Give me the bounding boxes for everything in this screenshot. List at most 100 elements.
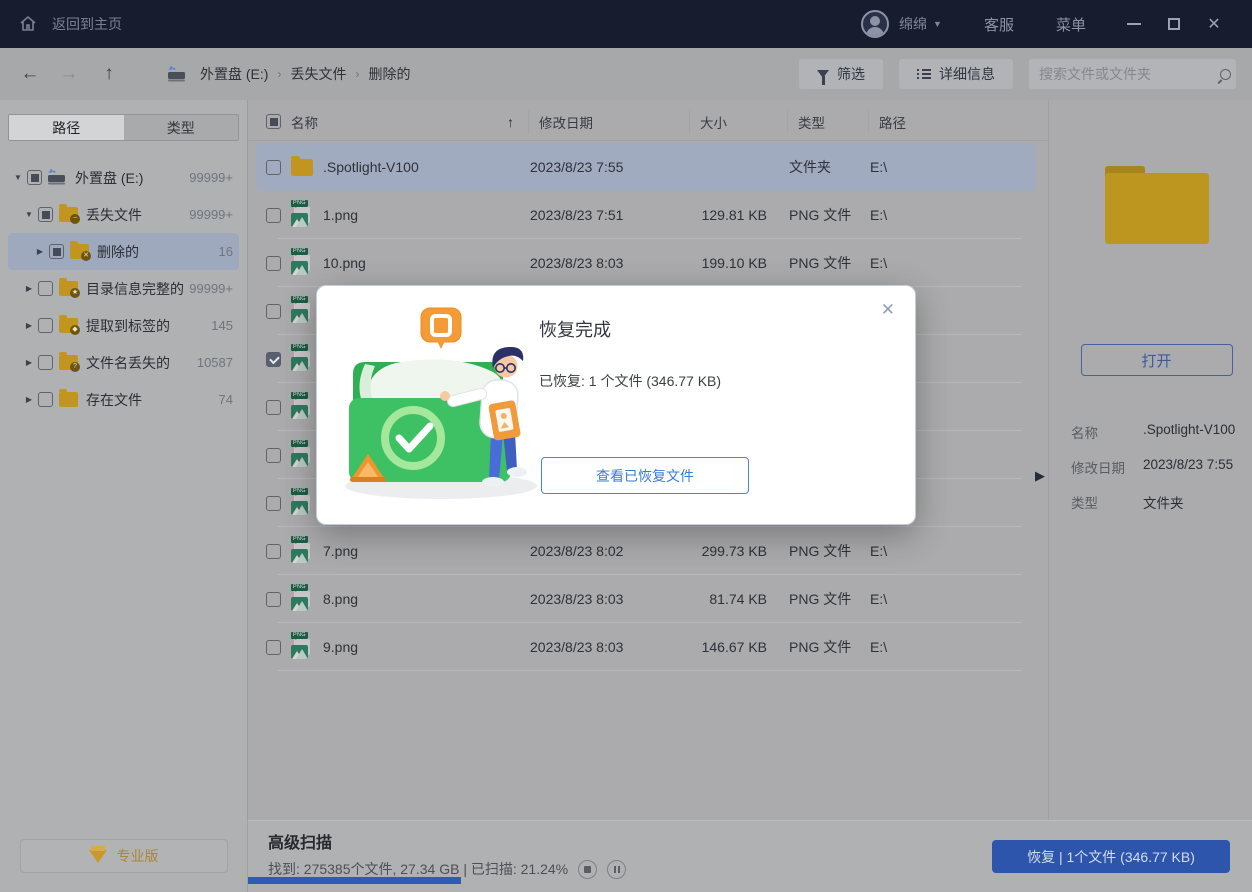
- table-row[interactable]: PNG 8.png 2023/8/23 8:03 81.74 KB PNG 文件 E:\: [256, 575, 1036, 623]
- item-count: 99999+: [189, 207, 233, 222]
- sidebar-item[interactable]: ▶? 文件名丢失的 10587: [8, 344, 239, 381]
- pause-scan-button[interactable]: [607, 859, 627, 879]
- png-file-icon: PNG: [291, 200, 313, 227]
- column-header-name[interactable]: 名称: [291, 112, 318, 132]
- column-header-date[interactable]: 修改日期: [528, 109, 689, 134]
- png-file-icon: PNG: [291, 632, 313, 659]
- tree-checkbox[interactable]: [38, 355, 53, 370]
- png-file-icon: PNG: [291, 392, 313, 419]
- search-input[interactable]: [1039, 66, 1220, 82]
- recover-button[interactable]: 恢复 | 1个文件 (346.77 KB): [992, 840, 1230, 873]
- caret-down-icon[interactable]: ▼: [23, 210, 35, 219]
- row-checkbox[interactable]: [266, 543, 281, 559]
- column-header-size[interactable]: 大小: [689, 109, 787, 134]
- file-path: E:\: [870, 591, 888, 607]
- breadcrumb-item[interactable]: 删除的: [368, 64, 410, 84]
- file-name: 8.png: [323, 591, 359, 607]
- view-recovered-files-button[interactable]: 查看已恢复文件: [541, 457, 749, 494]
- caret-right-icon[interactable]: ▶: [23, 358, 35, 367]
- file-type: 文件夹: [789, 159, 831, 175]
- table-row[interactable]: PNG 9.png 2023/8/23 8:03 146.67 KB PNG 文件 E:\: [256, 623, 1036, 671]
- open-button[interactable]: 打开: [1080, 344, 1233, 376]
- select-all-checkbox[interactable]: [266, 114, 281, 129]
- close-button[interactable]: ✕: [1194, 9, 1234, 39]
- folder-badge-icon: −: [70, 214, 80, 224]
- row-checkbox[interactable]: [266, 351, 281, 367]
- filter-icon: [817, 70, 829, 85]
- filter-button-label: 筛选: [837, 66, 865, 82]
- item-count: 99999+: [189, 170, 233, 185]
- chevron-down-icon[interactable]: ▼: [933, 19, 942, 29]
- search-box[interactable]: [1029, 59, 1236, 89]
- tree-checkbox[interactable]: [38, 392, 53, 407]
- row-checkbox[interactable]: [266, 255, 281, 271]
- sort-ascending-icon[interactable]: ↑: [507, 114, 514, 130]
- caret-down-icon[interactable]: ▼: [12, 173, 24, 182]
- breadcrumb: 外置盘 (E:) › 丢失文件 › 删除的: [167, 64, 410, 84]
- row-checkbox[interactable]: [266, 447, 281, 463]
- breadcrumb-item[interactable]: 丢失文件: [290, 64, 346, 84]
- row-checkbox[interactable]: [266, 639, 281, 655]
- file-size: 299.73 KB: [701, 543, 767, 559]
- sidebar-item[interactable]: ▶ ★ 目录信息完整的 99999+: [8, 270, 239, 307]
- row-checkbox[interactable]: [266, 159, 281, 175]
- file-size: 129.81 KB: [701, 207, 767, 223]
- forward-arrow-icon[interactable]: →: [57, 63, 81, 85]
- row-checkbox[interactable]: [266, 591, 281, 607]
- table-row[interactable]: PNG 10.png 2023/8/23 8:03 199.10 KB PNG 文件 E:…: [256, 239, 1036, 287]
- file-date: 2023/8/23 8:03: [530, 591, 624, 607]
- caret-right-icon[interactable]: ▶: [34, 247, 46, 256]
- username[interactable]: 绵绵: [899, 14, 927, 34]
- sidebar-tab[interactable]: 类型: [123, 115, 238, 140]
- up-arrow-icon[interactable]: ↑: [97, 63, 121, 85]
- drive-icon: [167, 65, 187, 83]
- tree-checkbox[interactable]: [49, 244, 64, 259]
- avatar[interactable]: [861, 10, 890, 38]
- row-checkbox[interactable]: [266, 303, 281, 319]
- tree-checkbox[interactable]: [38, 207, 53, 222]
- dialog-close-icon[interactable]: ✕: [881, 300, 895, 320]
- file-type: PNG 文件: [789, 639, 852, 655]
- stop-scan-button[interactable]: [578, 859, 598, 879]
- folder-icon: [59, 389, 78, 407]
- tree-checkbox[interactable]: [27, 170, 42, 185]
- collapse-panel-icon[interactable]: ▶: [1035, 468, 1045, 484]
- row-checkbox[interactable]: [266, 207, 281, 223]
- table-row[interactable]: PNG 7.png 2023/8/23 8:02 299.73 KB PNG 文件 E:\: [256, 527, 1036, 575]
- file-name: 1.png: [323, 207, 359, 223]
- gem-icon: [88, 845, 107, 863]
- search-icon[interactable]: [1220, 68, 1231, 80]
- sidebar-item[interactable]: ▶ 存在文件 74: [8, 381, 239, 418]
- maximize-button[interactable]: [1154, 9, 1194, 39]
- sidebar-item[interactable]: ▶ ◆ 提取到标签的 145: [8, 307, 239, 344]
- breadcrumb-item[interactable]: 外置盘 (E:): [200, 64, 268, 84]
- caret-right-icon[interactable]: ▶: [23, 395, 35, 404]
- details-view-button[interactable]: 详细信息: [899, 59, 1013, 89]
- filter-button[interactable]: 筛选: [799, 59, 883, 89]
- column-header-path[interactable]: 路径: [868, 109, 1030, 134]
- home-icon[interactable]: [18, 14, 38, 34]
- sidebar-tab[interactable]: 路径: [9, 115, 124, 140]
- pro-version-button[interactable]: 专业版: [19, 839, 228, 873]
- table-row[interactable]: PNG 1.png 2023/8/23 7:51 129.81 KB PNG 文件 E:\: [256, 191, 1036, 239]
- caret-right-icon[interactable]: ▶: [23, 321, 35, 330]
- sidebar-item[interactable]: ▼ − 丢失文件 99999+: [8, 196, 239, 233]
- menu-link[interactable]: 菜单: [1056, 14, 1086, 35]
- column-header-type[interactable]: 类型: [787, 109, 868, 134]
- tree-checkbox[interactable]: [38, 281, 53, 296]
- minimize-button[interactable]: [1114, 9, 1154, 39]
- sidebar-item-label: 目录信息完整的: [86, 280, 184, 297]
- sidebar-item[interactable]: ▶ ✕ 删除的 16: [8, 233, 239, 270]
- caret-right-icon[interactable]: ▶: [23, 284, 35, 293]
- support-link[interactable]: 客服: [984, 14, 1014, 35]
- tree-checkbox[interactable]: [38, 318, 53, 333]
- row-checkbox[interactable]: [266, 399, 281, 415]
- table-row[interactable]: .Spotlight-V100 2023/8/23 7:55 文件夹 E:\: [256, 143, 1036, 191]
- row-checkbox[interactable]: [266, 495, 281, 511]
- back-to-home-link[interactable]: 返回到主页: [52, 14, 122, 34]
- table-header: 名称 ↑ 修改日期 大小 类型 路径: [248, 103, 1048, 141]
- sidebar-item[interactable]: ▼ 外置盘 (E:) 99999+: [8, 159, 239, 196]
- sidebar-item-label: 文件名丢失的: [86, 354, 170, 371]
- file-type: PNG 文件: [789, 591, 852, 607]
- back-arrow-icon[interactable]: ←: [18, 63, 42, 85]
